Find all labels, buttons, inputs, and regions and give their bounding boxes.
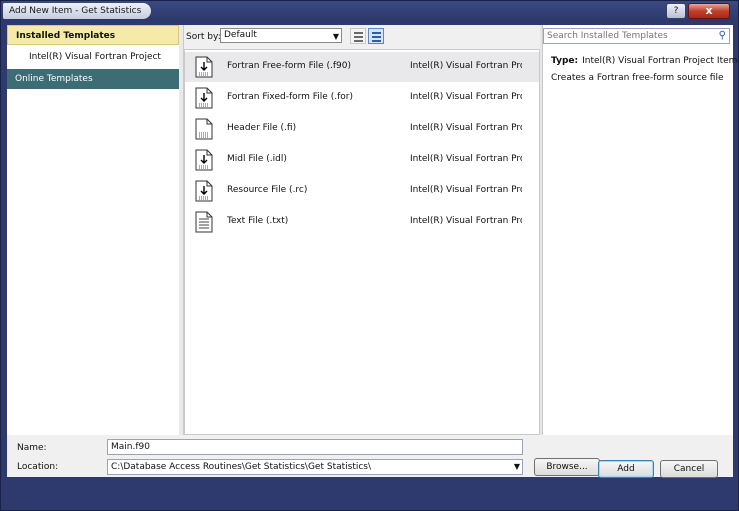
template-type: Intel(R) Visual Fortran Project Items	[410, 216, 522, 226]
fortran-file-icon	[195, 180, 213, 202]
template-item-idl[interactable]: Midl File (.idl) Intel(R) Visual Fortran…	[185, 145, 539, 175]
location-value: C:\Database Access Routines\Get Statisti…	[111, 462, 372, 472]
fortran-file-icon	[195, 149, 213, 171]
chevron-down-icon[interactable]: ▼	[514, 460, 520, 474]
list-view-icon	[354, 36, 363, 38]
template-type: Intel(R) Visual Fortran Project Items	[410, 61, 522, 71]
name-field[interactable]: Main.f90	[107, 439, 523, 455]
type-label: Type:	[551, 56, 579, 66]
template-type: Intel(R) Visual Fortran Project Items	[410, 92, 522, 102]
template-item-f90[interactable]: Fortran Free-form File (.f90) Intel(R) V…	[185, 52, 539, 82]
template-list: Fortran Free-form File (.f90) Intel(R) V…	[184, 49, 540, 435]
text-file-icon	[195, 211, 213, 233]
search-input[interactable]	[544, 29, 707, 43]
template-name: Text File (.txt)	[227, 216, 289, 226]
sort-toolbar: Sort by: Default ▼	[184, 25, 540, 49]
template-item-txt[interactable]: Text File (.txt) Intel(R) Visual Fortran…	[185, 207, 539, 237]
search-icon[interactable]: ⚲	[719, 30, 726, 41]
medium-icons-view-button[interactable]	[368, 28, 384, 44]
nav-installed-templates[interactable]: Installed Templates	[7, 25, 179, 45]
template-item-fi[interactable]: Header File (.fi) Intel(R) Visual Fortra…	[185, 114, 539, 144]
template-categories-pane: Installed Templates Intel(R) Visual Fort…	[7, 25, 180, 435]
details-view-icon	[372, 36, 381, 38]
type-value: Intel(R) Visual Fortran Project Items	[582, 56, 739, 66]
dialog-content: Installed Templates Intel(R) Visual Fort…	[7, 25, 738, 477]
nav-online-templates[interactable]: Online Templates	[7, 69, 179, 89]
fortran-file-icon	[195, 87, 213, 109]
details-pane: ⚲ Type:Intel(R) Visual Fortran Project I…	[542, 25, 738, 435]
type-line: Type: Intel(R) Visual Fortran Project Ite…	[551, 56, 739, 66]
template-item-rc[interactable]: Resource File (.rc) Intel(R) Visual Fort…	[185, 176, 539, 206]
nav-intel-fortran-project-items[interactable]: Intel(R) Visual Fortran Project Items	[7, 47, 179, 82]
close-button[interactable]: x	[688, 3, 730, 19]
fortran-file-icon	[195, 56, 213, 78]
button-bar	[1, 478, 738, 510]
template-name: Fortran Free-form File (.f90)	[227, 61, 351, 71]
details-view-icon	[372, 40, 381, 42]
template-type: Intel(R) Visual Fortran Project Items	[410, 154, 522, 164]
location-label: Location:	[17, 462, 59, 472]
template-type: Intel(R) Visual Fortran Project Items	[410, 123, 522, 133]
template-name: Header File (.fi)	[227, 123, 297, 133]
small-icons-view-button[interactable]	[350, 28, 366, 44]
template-name: Midl File (.idl)	[227, 154, 287, 164]
add-new-item-dialog: Add New Item - Get Statistics ? x Instal…	[0, 0, 739, 511]
name-label: Name:	[17, 443, 47, 453]
sort-by-value: Default	[224, 30, 257, 40]
sort-by-select[interactable]: Default ▼	[220, 28, 342, 43]
cancel-button[interactable]: Cancel	[660, 460, 718, 478]
search-box[interactable]: ⚲	[543, 28, 730, 44]
header-file-icon	[195, 118, 213, 140]
template-name: Resource File (.rc)	[227, 185, 308, 195]
list-view-icon	[354, 40, 363, 42]
template-type: Intel(R) Visual Fortran Project Items	[410, 185, 522, 195]
window-title: Add New Item - Get Statistics	[3, 3, 152, 19]
details-view-icon	[372, 32, 381, 34]
template-item-for[interactable]: Fortran Fixed-form File (.for) Intel(R) …	[185, 83, 539, 113]
list-view-icon	[354, 32, 363, 34]
add-button[interactable]: Add	[598, 460, 654, 478]
location-field[interactable]: C:\Database Access Routines\Get Statisti…	[107, 459, 523, 475]
help-button[interactable]: ?	[666, 3, 686, 19]
browse-button[interactable]: Browse...	[534, 458, 600, 476]
sort-by-label: Sort by:	[186, 32, 221, 42]
template-name: Fortran Fixed-form File (.for)	[227, 92, 353, 102]
title-bar[interactable]: Add New Item - Get Statistics ? x	[1, 1, 738, 21]
chevron-down-icon: ▼	[332, 32, 339, 41]
template-description: Creates a Fortran free-form source file	[551, 73, 724, 83]
